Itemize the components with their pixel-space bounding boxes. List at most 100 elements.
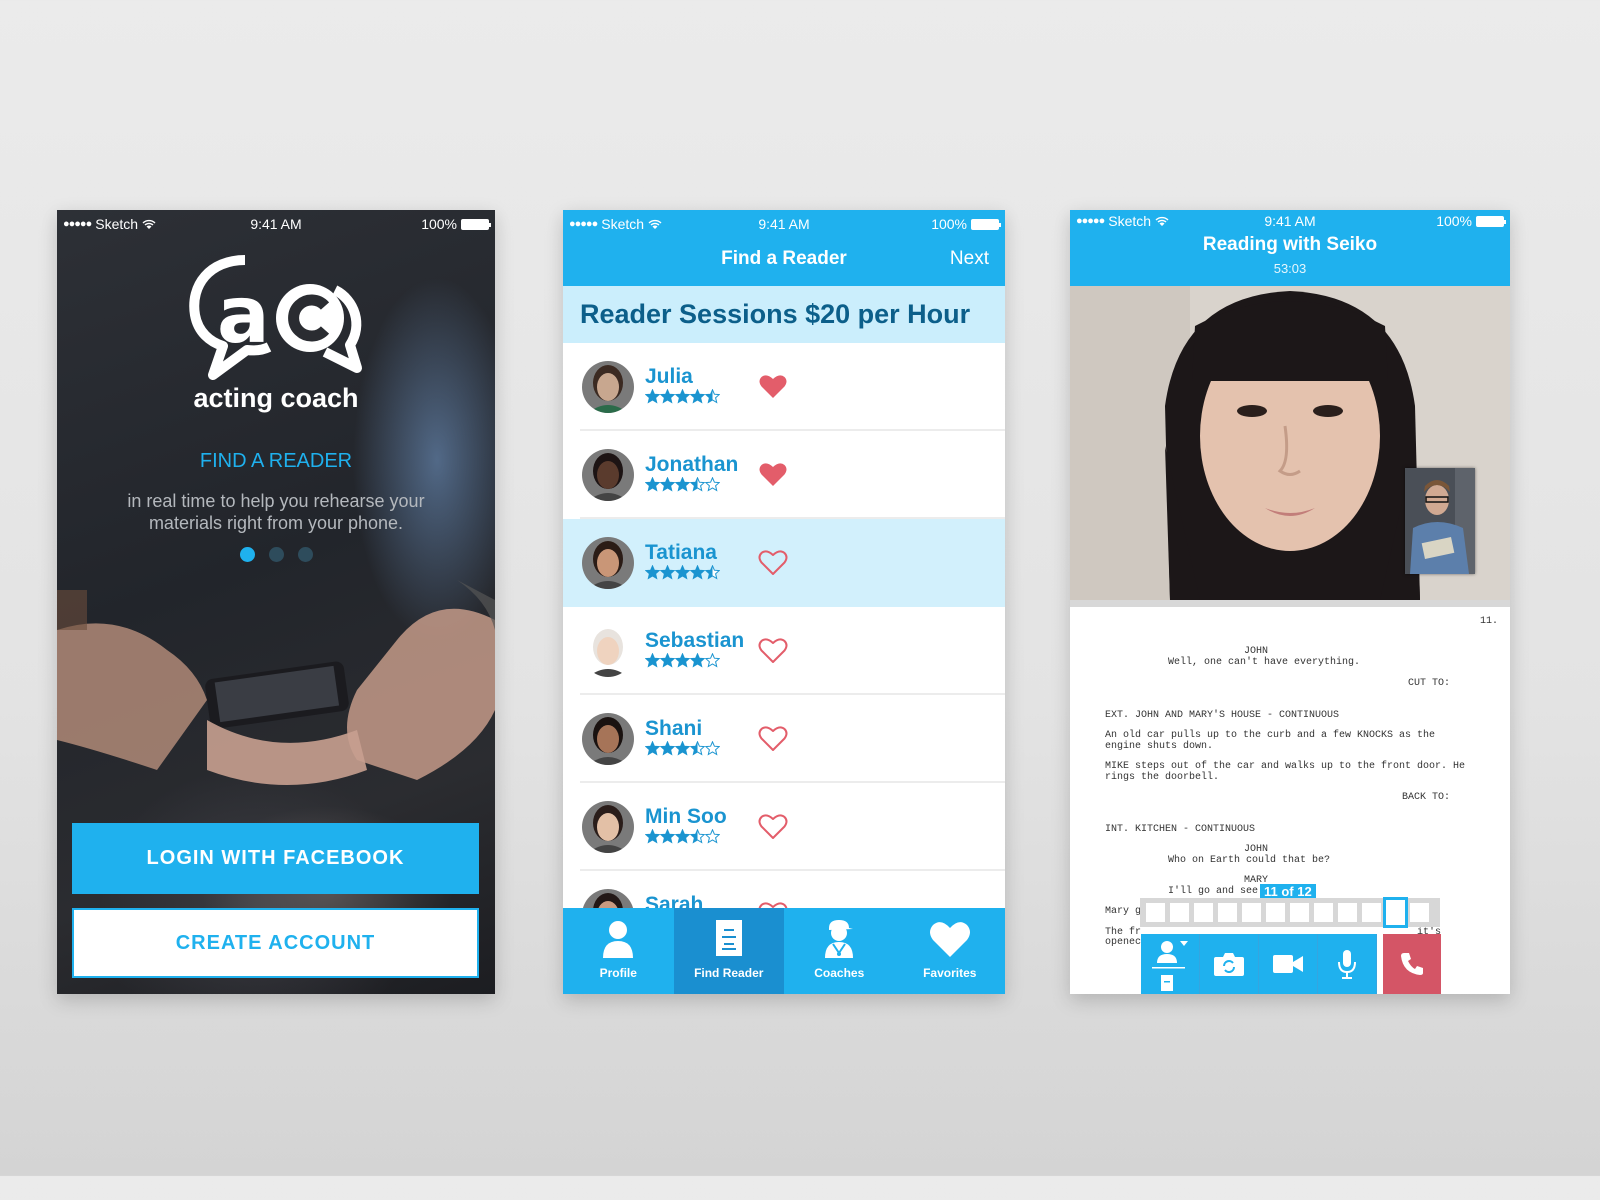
page-thumbnail[interactable] xyxy=(1362,903,1381,922)
reader-row[interactable]: Shani xyxy=(563,695,1005,783)
star-empty-icon xyxy=(705,653,720,668)
script-line: An old car pulls up to the curb and a fe… xyxy=(1105,730,1436,741)
signal-icon: ●●●●● xyxy=(569,218,598,230)
heart-outline-icon[interactable] xyxy=(758,725,788,752)
switch-view-button[interactable] xyxy=(1141,934,1200,994)
page-dot-3[interactable] xyxy=(297,547,313,562)
reader-row[interactable]: Tatiana xyxy=(563,519,1005,607)
reader-row[interactable]: Sarah xyxy=(563,871,1005,909)
screen-title: Find a Reader xyxy=(721,248,847,269)
script-line: I'll go and see. xyxy=(1168,885,1265,897)
star-filled-icon xyxy=(645,653,660,668)
self-video-image xyxy=(1405,468,1475,574)
star-filled-icon xyxy=(645,741,660,756)
session-title: Reading with Seiko xyxy=(1202,234,1378,255)
microphone-icon xyxy=(1338,950,1356,979)
star-filled-icon xyxy=(675,477,690,492)
reader-rating xyxy=(645,829,720,844)
navigation-bar: ●●●●● Sketch 9:41 AM 100% Find a Reader … xyxy=(563,210,1005,286)
reader-avatar xyxy=(582,537,634,589)
flip-camera-button[interactable] xyxy=(1200,934,1259,994)
page-thumbnail[interactable] xyxy=(1383,897,1408,928)
self-video-preview[interactable] xyxy=(1405,468,1475,574)
wifi-icon xyxy=(648,219,662,229)
script-line: rings the doorbell. xyxy=(1105,771,1220,783)
heart-filled-icon[interactable] xyxy=(758,373,788,400)
onboarding-description: in real time to help you rehearse your m… xyxy=(127,491,425,533)
create-account-button[interactable]: CREATE ACCOUNT xyxy=(72,908,479,978)
script-line: Mary g xyxy=(1105,906,1142,917)
star-filled-icon xyxy=(675,565,690,580)
battery-icon xyxy=(461,218,491,230)
video-script-divider[interactable] xyxy=(1070,600,1510,607)
reader-name: Sarah xyxy=(645,893,704,909)
reader-rating xyxy=(645,565,720,580)
login-facebook-button[interactable]: LOGIN WITH FACEBOOK xyxy=(72,823,479,894)
wifi-icon xyxy=(1155,216,1169,226)
star-empty-icon xyxy=(705,741,720,756)
pricing-banner: Reader Sessions $20 per Hour xyxy=(563,286,1005,343)
reader-row[interactable]: Julia xyxy=(563,343,1005,431)
page-thumbnail[interactable] xyxy=(1290,903,1309,922)
tab-coaches[interactable]: Coaches xyxy=(784,908,895,994)
star-filled-icon xyxy=(660,565,675,580)
heart-outline-icon[interactable] xyxy=(758,813,788,840)
tab-find-reader[interactable]: Find Reader xyxy=(673,908,784,994)
star-filled-icon xyxy=(645,565,660,580)
toggle-video-button[interactable] xyxy=(1259,934,1318,994)
star-filled-icon xyxy=(675,741,690,756)
end-call-button[interactable] xyxy=(1383,934,1441,994)
page-thumbnail[interactable] xyxy=(1218,903,1237,922)
star-filled-icon xyxy=(660,741,675,756)
reader-row[interactable]: Sebastian xyxy=(563,607,1005,695)
reader-name: Min Soo xyxy=(645,805,727,828)
page-dot-1[interactable] xyxy=(239,547,255,562)
star-filled-icon xyxy=(660,653,675,668)
reader-avatar xyxy=(582,713,634,765)
status-bar: ●●●●● Sketch 9:41 AM 100% xyxy=(563,210,1005,238)
reader-list[interactable]: Julia Jonathan Tatiana Sebastian Shani Min So… xyxy=(563,343,1005,909)
page-indicator[interactable] xyxy=(57,547,495,562)
onboarding-headline: FIND A READER xyxy=(199,450,353,472)
script-line: Who on Earth could that be? xyxy=(1168,854,1331,866)
star-empty-icon xyxy=(705,477,720,492)
carrier-name: Sketch xyxy=(601,216,645,232)
next-button[interactable]: Next xyxy=(950,248,989,270)
status-bar: ●●●●● Sketch 9:41 AM 100% xyxy=(1070,210,1510,232)
tab-profile[interactable]: Profile xyxy=(563,908,674,994)
signal-icon: ●●●●● xyxy=(63,218,92,230)
session-timer: 53:03 xyxy=(1273,261,1307,276)
page-dot-2[interactable] xyxy=(268,547,284,562)
page-thumbnail[interactable] xyxy=(1242,903,1261,922)
script-page-number: 11. xyxy=(1479,616,1498,627)
tab-label: Find Reader xyxy=(694,966,764,980)
hands-holding-phone-image xyxy=(57,580,495,785)
page-thumbnail[interactable] xyxy=(1410,903,1429,922)
remote-video-feed[interactable] xyxy=(1070,286,1510,600)
page-thumbnail[interactable] xyxy=(1170,903,1189,922)
page-thumbnail[interactable] xyxy=(1146,903,1165,922)
toggle-mic-button[interactable] xyxy=(1318,934,1377,994)
reader-row[interactable]: Jonathan xyxy=(563,431,1005,519)
heart-outline-icon[interactable] xyxy=(758,637,788,664)
reader-row[interactable]: Min Soo xyxy=(563,783,1005,871)
star-filled-icon xyxy=(690,389,705,404)
tab-label: Coaches xyxy=(814,966,865,980)
page-thumbnail-strip[interactable] xyxy=(1140,897,1440,928)
star-half-icon xyxy=(705,565,720,580)
video-camera-icon xyxy=(1273,955,1303,973)
page-thumbnail[interactable] xyxy=(1314,903,1333,922)
phone-hangup-icon xyxy=(1401,953,1423,975)
page-thumbnail[interactable] xyxy=(1266,903,1285,922)
page-thumbnail[interactable] xyxy=(1194,903,1213,922)
script-line: MIKE steps out of the car and walks up t… xyxy=(1105,761,1466,772)
tab-favorites[interactable]: Favorites xyxy=(895,908,1006,994)
carrier-name: Sketch xyxy=(1108,213,1152,229)
heart-outline-icon[interactable] xyxy=(758,549,788,576)
heart-filled-icon[interactable] xyxy=(758,461,788,488)
camera-flip-icon xyxy=(1214,953,1244,976)
person-document-icon xyxy=(1152,941,1188,991)
page-thumbnail[interactable] xyxy=(1338,903,1357,922)
tab-label: Favorites xyxy=(923,966,977,980)
star-filled-icon xyxy=(660,829,675,844)
